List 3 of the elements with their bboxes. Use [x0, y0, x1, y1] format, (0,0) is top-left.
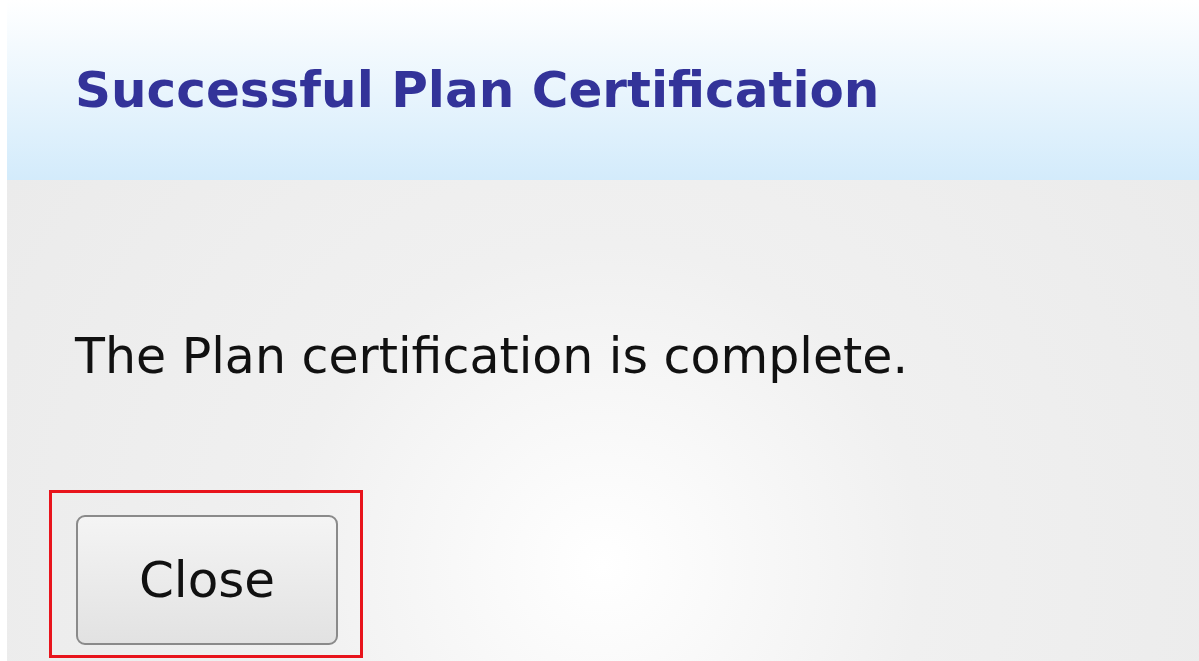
close-button[interactable]: Close [76, 515, 338, 645]
dialog-title: Successful Plan Certification [75, 61, 880, 119]
message-text: The Plan certification is complete. [75, 328, 910, 385]
